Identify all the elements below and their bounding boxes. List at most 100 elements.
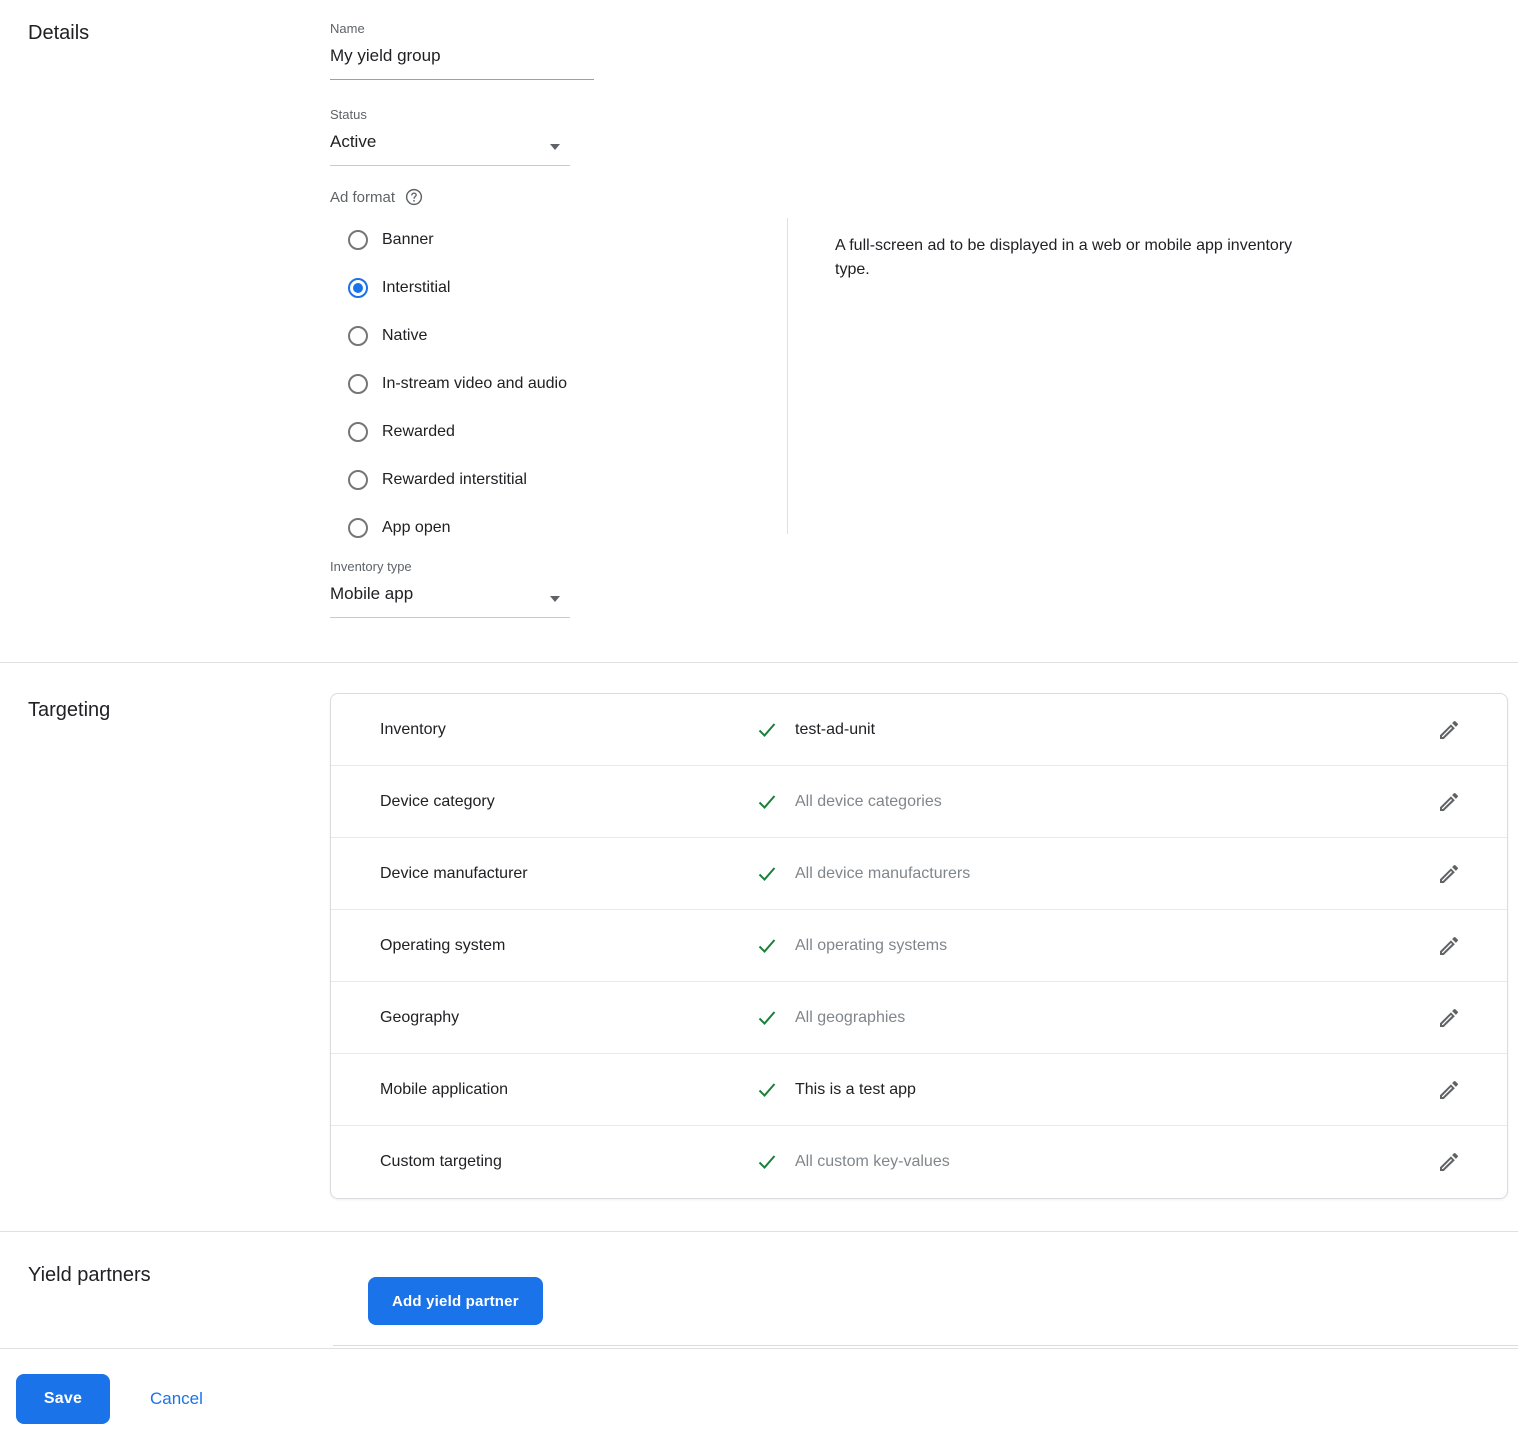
- targeting-row-value: test-ad-unit: [756, 719, 875, 741]
- edit-device-manufacturer-button[interactable]: [1437, 862, 1461, 886]
- targeting-row-value-text: All custom key-values: [795, 1153, 950, 1171]
- radio-option-instream-video-audio[interactable]: In-stream video and audio: [330, 360, 787, 408]
- radio-option-label: App open: [382, 519, 451, 537]
- add-yield-partner-button[interactable]: Add yield partner: [368, 1277, 543, 1325]
- targeting-row-label: Device category: [380, 793, 756, 811]
- radio-option-rewarded[interactable]: Rewarded: [330, 408, 787, 456]
- targeting-card: Inventory test-ad-unit Device category A…: [330, 693, 1508, 1199]
- targeting-row-value-text: All device manufacturers: [795, 865, 970, 883]
- targeting-row-value: All device manufacturers: [756, 863, 970, 885]
- checkmark-icon: [756, 1079, 778, 1101]
- status-selected-value: Active: [330, 130, 570, 154]
- radio-button-icon[interactable]: [348, 230, 368, 250]
- targeting-row-label: Mobile application: [380, 1081, 756, 1099]
- ad-format-radio-group: Banner Interstitial Native In-stream vid…: [330, 216, 787, 552]
- radio-button-icon[interactable]: [348, 326, 368, 346]
- targeting-row-label: Custom targeting: [380, 1153, 756, 1171]
- targeting-row-inventory: Inventory test-ad-unit: [331, 694, 1507, 766]
- targeting-label-column: Targeting: [0, 663, 330, 1199]
- name-field-group: Name My yield group: [330, 20, 594, 80]
- radio-option-interstitial[interactable]: Interstitial: [330, 264, 787, 312]
- targeting-row-value-text: test-ad-unit: [795, 721, 875, 739]
- status-label: Status: [330, 106, 570, 123]
- yield-partners-heading: Yield partners: [28, 1264, 330, 1287]
- checkmark-icon: [756, 1007, 778, 1029]
- details-heading: Details: [28, 22, 330, 45]
- targeting-section: Targeting Inventory test-ad-unit Device …: [0, 663, 1518, 1231]
- inventory-type-select[interactable]: Inventory type Mobile app: [330, 558, 570, 618]
- checkmark-icon: [756, 863, 778, 885]
- details-form: Name My yield group Status Active Ad for…: [330, 20, 1518, 662]
- details-section: Details Name My yield group Status Activ…: [0, 0, 1518, 662]
- save-button[interactable]: Save: [16, 1374, 110, 1424]
- targeting-row-label: Operating system: [380, 937, 756, 955]
- inventory-type-underline: [330, 617, 570, 618]
- radio-option-label: Rewarded interstitial: [382, 471, 527, 489]
- help-icon[interactable]: [405, 188, 423, 206]
- yield-partners-body: Add yield partner: [330, 1232, 1518, 1325]
- targeting-row-value: All operating systems: [756, 935, 947, 957]
- edit-custom-targeting-button[interactable]: [1437, 1150, 1461, 1174]
- targeting-row-operating-system: Operating system All operating systems: [331, 910, 1507, 982]
- targeting-row-value: All custom key-values: [756, 1151, 950, 1173]
- targeting-row-value-text: All device categories: [795, 793, 942, 811]
- radio-button-icon[interactable]: [348, 422, 368, 442]
- radio-option-label: Interstitial: [382, 279, 450, 297]
- inventory-type-selected-value: Mobile app: [330, 582, 570, 606]
- checkmark-icon: [756, 1151, 778, 1173]
- chevron-down-icon: [550, 596, 560, 602]
- yield-partners-label-column: Yield partners: [0, 1232, 330, 1325]
- targeting-row-device-category: Device category All device categories: [331, 766, 1507, 838]
- edit-operating-system-button[interactable]: [1437, 934, 1461, 958]
- targeting-row-value-text: This is a test app: [795, 1081, 916, 1099]
- targeting-row-custom-targeting: Custom targeting All custom key-values: [331, 1126, 1507, 1198]
- details-label-column: Details: [0, 20, 330, 662]
- radio-button-icon[interactable]: [348, 374, 368, 394]
- radio-button-icon[interactable]: [348, 470, 368, 490]
- yield-partners-table-top-border: [333, 1345, 1518, 1346]
- targeting-row-label: Device manufacturer: [380, 865, 756, 883]
- radio-option-label: Rewarded: [382, 423, 455, 441]
- vertical-divider: [787, 218, 788, 534]
- checkmark-icon: [756, 719, 778, 741]
- ad-format-description: A full-screen ad to be displayed in a we…: [835, 216, 1295, 552]
- edit-device-category-button[interactable]: [1437, 790, 1461, 814]
- radio-option-app-open[interactable]: App open: [330, 504, 787, 552]
- targeting-row-label: Inventory: [380, 721, 756, 739]
- status-select[interactable]: Status Active: [330, 106, 570, 166]
- targeting-row-value-text: All geographies: [795, 1009, 905, 1027]
- status-select-underline: [330, 165, 570, 166]
- ad-format-label: Ad format: [330, 189, 395, 206]
- targeting-heading: Targeting: [28, 699, 330, 722]
- radio-option-banner[interactable]: Banner: [330, 216, 787, 264]
- name-input[interactable]: My yield group: [330, 44, 594, 68]
- targeting-row-geography: Geography All geographies: [331, 982, 1507, 1054]
- targeting-row-mobile-application: Mobile application This is a test app: [331, 1054, 1507, 1126]
- cancel-button[interactable]: Cancel: [138, 1381, 215, 1417]
- edit-geography-button[interactable]: [1437, 1006, 1461, 1030]
- radio-option-label: In-stream video and audio: [382, 375, 567, 393]
- radio-option-label: Banner: [382, 231, 434, 249]
- radio-button-icon[interactable]: [348, 518, 368, 538]
- chevron-down-icon: [550, 144, 560, 150]
- footer-action-bar: Save Cancel: [0, 1348, 1518, 1424]
- radio-option-native[interactable]: Native: [330, 312, 787, 360]
- ad-format-block: Banner Interstitial Native In-stream vid…: [330, 216, 1518, 552]
- edit-inventory-button[interactable]: [1437, 718, 1461, 742]
- radio-button-icon[interactable]: [348, 278, 368, 298]
- targeting-row-label: Geography: [380, 1009, 756, 1027]
- yield-partners-section: Yield partners Add yield partner: [0, 1232, 1518, 1325]
- ad-format-header: Ad format: [330, 188, 1518, 206]
- radio-option-label: Native: [382, 327, 427, 345]
- name-label: Name: [330, 20, 594, 37]
- checkmark-icon: [756, 935, 778, 957]
- radio-option-rewarded-interstitial[interactable]: Rewarded interstitial: [330, 456, 787, 504]
- targeting-row-device-manufacturer: Device manufacturer All device manufactu…: [331, 838, 1507, 910]
- edit-mobile-application-button[interactable]: [1437, 1078, 1461, 1102]
- inventory-type-label: Inventory type: [330, 558, 570, 575]
- targeting-row-value: This is a test app: [756, 1079, 916, 1101]
- targeting-row-value: All device categories: [756, 791, 942, 813]
- name-input-underline: [330, 79, 594, 80]
- checkmark-icon: [756, 791, 778, 813]
- targeting-row-value-text: All operating systems: [795, 937, 947, 955]
